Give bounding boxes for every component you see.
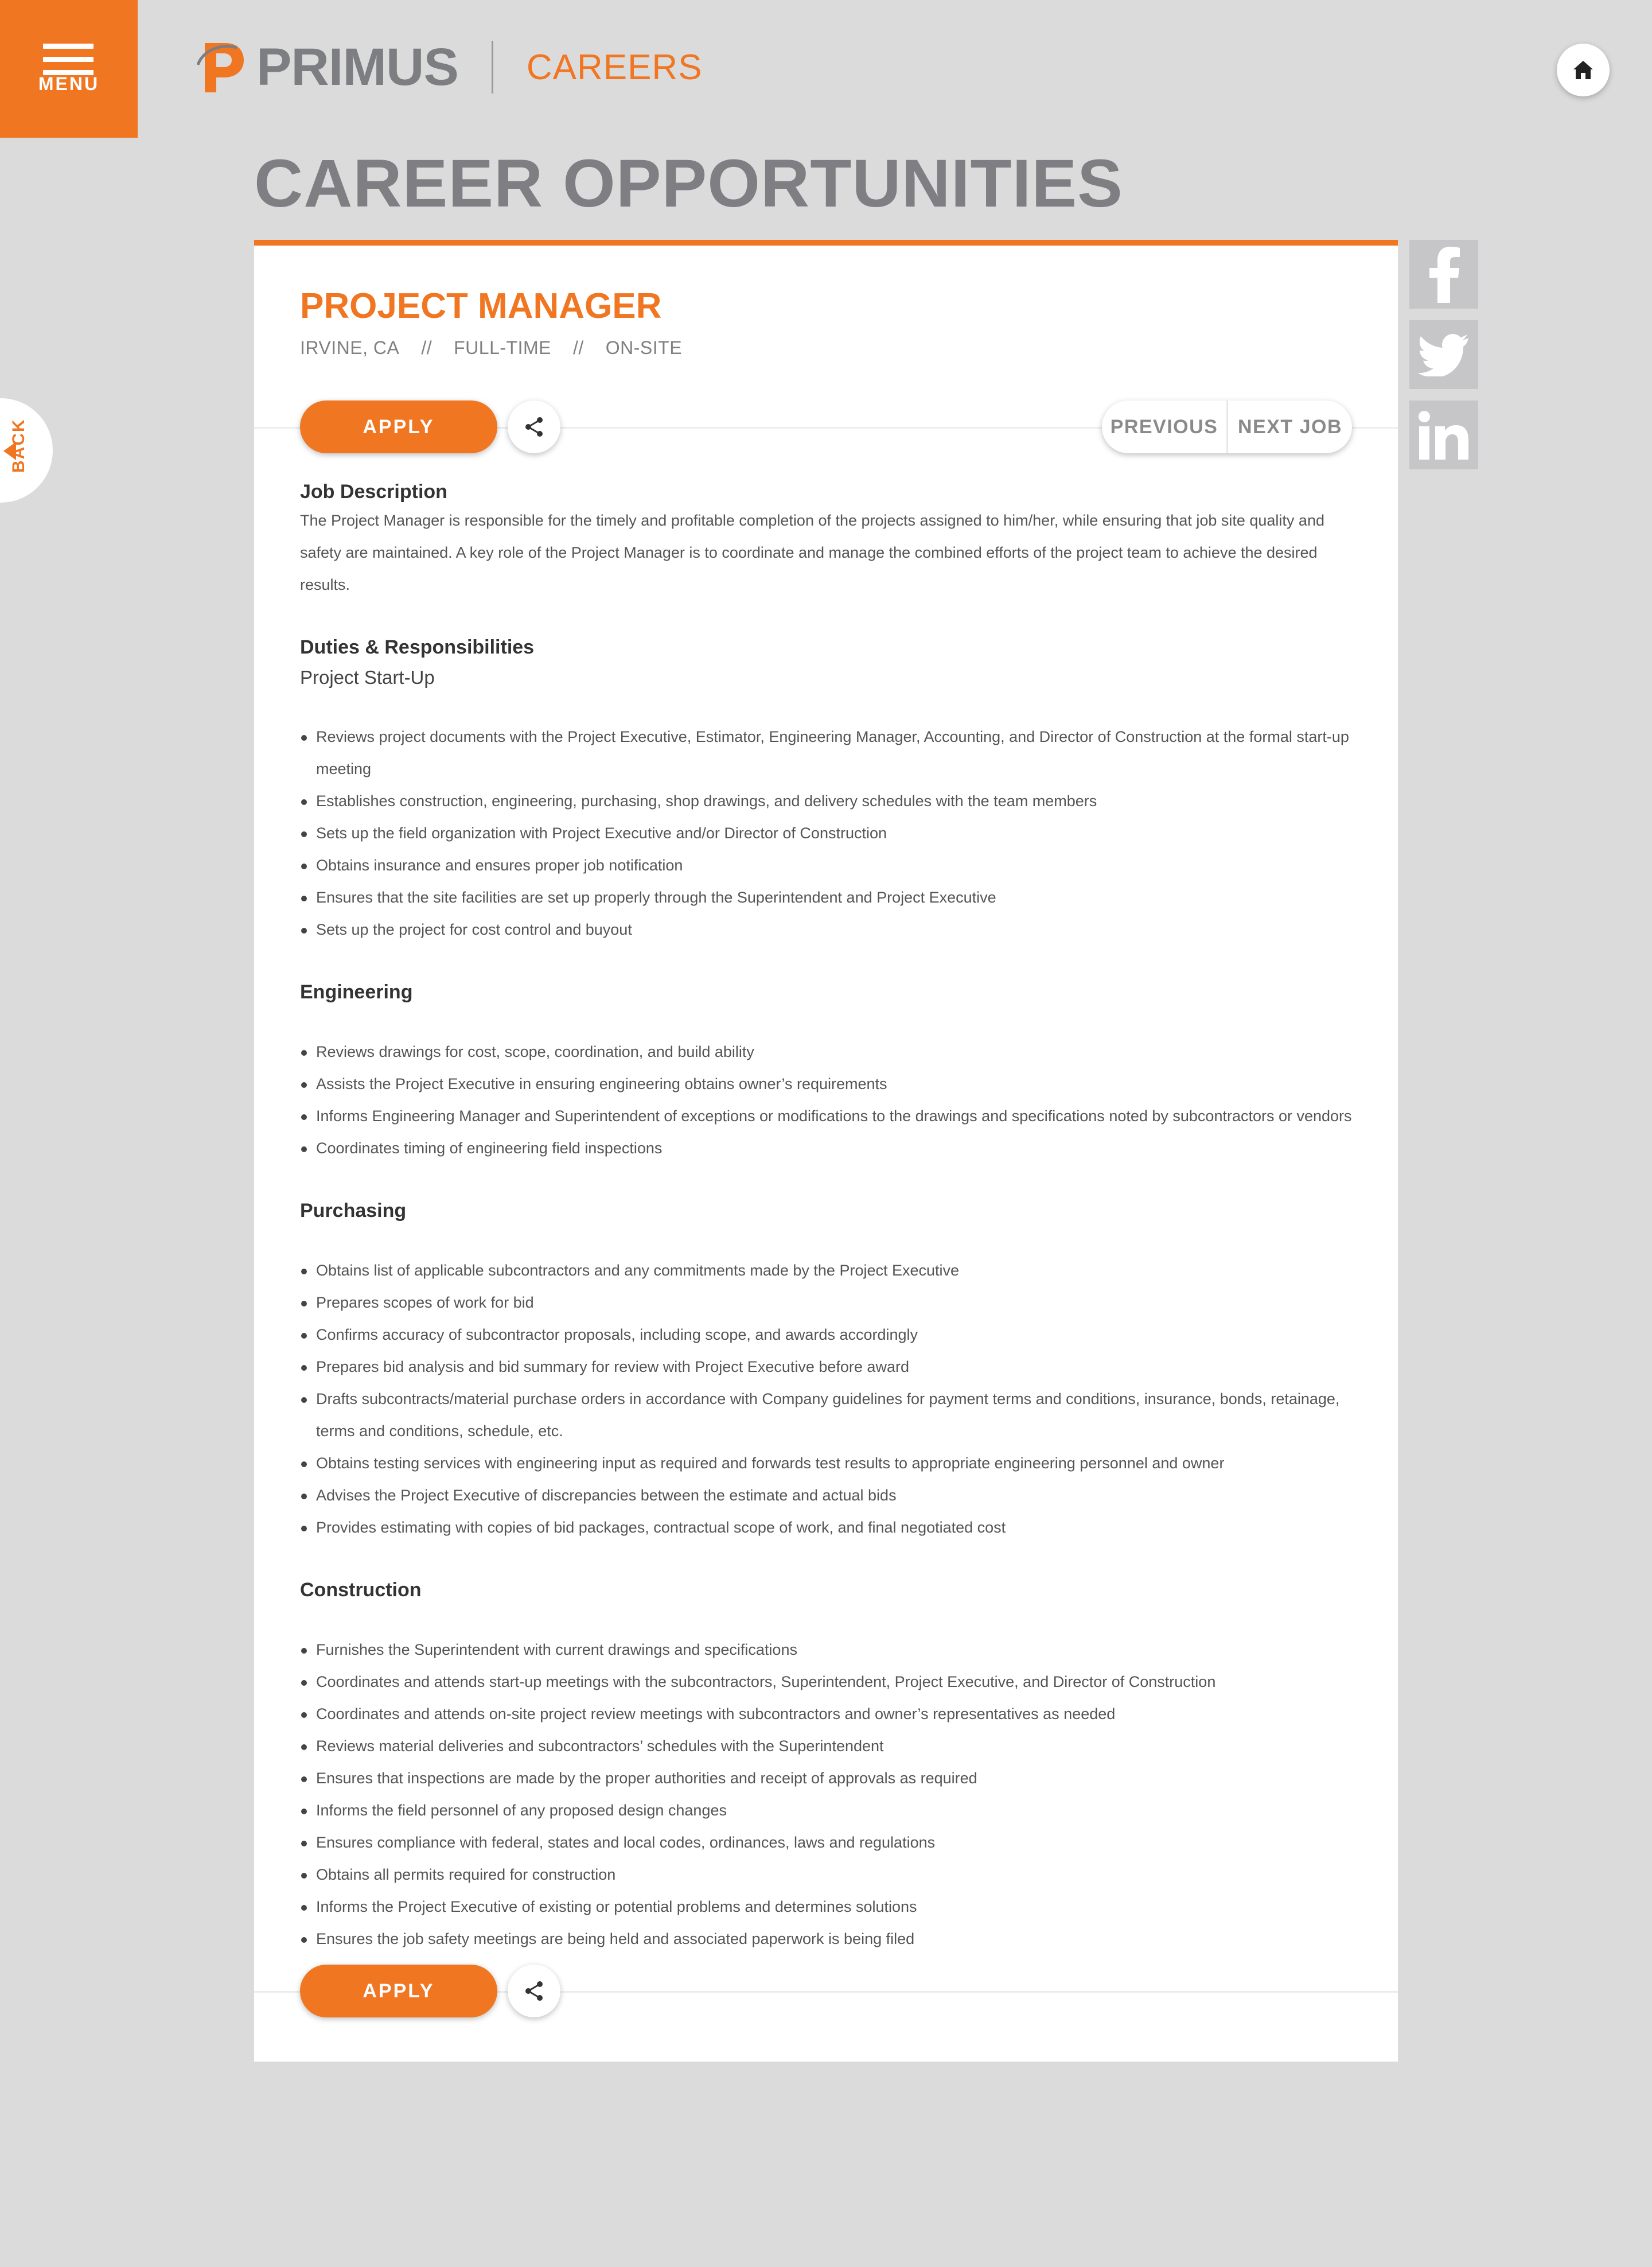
list-item: Confirms accuracy of subcontractor propo… [300, 1319, 1355, 1351]
list-item: Advises the Project Executive of discrep… [300, 1479, 1355, 1511]
list-item: Drafts subcontracts/material purchase or… [300, 1383, 1355, 1447]
job-content: Job Description The Project Manager is r… [300, 481, 1355, 1990]
description-text: The Project Manager is responsible for t… [300, 512, 1324, 593]
section-heading: Job Description [300, 481, 447, 503]
list-item: Sets up the field organization with Proj… [300, 817, 1355, 849]
list-item: Reviews drawings for cost, scope, coordi… [300, 1036, 1355, 1068]
section-heading: Engineering [300, 981, 413, 1003]
list-item: Furnishes the Superintendent with curren… [300, 1634, 1355, 1666]
meta-separator: // [572, 337, 584, 358]
share-icon [525, 417, 543, 437]
list-item: Coordinates and attends start-up meeting… [300, 1666, 1355, 1698]
list-item: Obtains insurance and ensures proper job… [300, 849, 1355, 881]
twitter-icon[interactable] [1409, 320, 1478, 389]
list-item: Provides estimating with copies of bid p… [300, 1511, 1355, 1543]
engineering-section: Engineering Reviews drawings for cost, s… [300, 981, 1355, 1164]
share-button[interactable] [508, 400, 560, 453]
back-label: BACK [9, 418, 28, 473]
section-heading: Purchasing [300, 1200, 407, 1222]
apply-button[interactable]: APPLY [300, 400, 497, 453]
home-button[interactable] [1557, 44, 1610, 96]
top-action-row: APPLY PREVIOUS NEXT JOB [254, 400, 1398, 456]
list-item: Ensures the job safety meetings are bein… [300, 1923, 1355, 1955]
construction-section: Construction Furnishes the Superintenden… [300, 1579, 1355, 1955]
meta-separator: // [421, 337, 433, 358]
section-heading: Construction [300, 1579, 422, 1601]
job-location: IRVINE, CA [300, 337, 400, 358]
job-type: FULL-TIME [454, 337, 551, 358]
description-section: Job Description The Project Manager is r… [300, 481, 1355, 601]
linkedin-icon[interactable] [1409, 400, 1478, 469]
list-item: Establishes construction, engineering, p… [300, 785, 1355, 817]
list-item: Obtains list of applicable subcontractor… [300, 1254, 1355, 1286]
facebook-icon[interactable] [1409, 240, 1478, 309]
engineering-list: Reviews drawings for cost, scope, coordi… [300, 1036, 1355, 1164]
purchasing-list: Obtains list of applicable subcontractor… [300, 1254, 1355, 1543]
list-item: Coordinates and attends on-site project … [300, 1698, 1355, 1730]
apply-button[interactable]: APPLY [300, 1965, 497, 2017]
site-logo[interactable]: PRIMUS CAREERS [197, 36, 703, 99]
section-heading: Duties & Responsibilities [300, 636, 535, 658]
header-divider [491, 41, 493, 94]
list-item: Ensures compliance with federal, states … [300, 1826, 1355, 1858]
list-item: Obtains testing services with engineerin… [300, 1447, 1355, 1479]
share-icon [525, 1981, 543, 2001]
list-item: Ensures that the site facilities are set… [300, 881, 1355, 913]
construction-list: Furnishes the Superintendent with curren… [300, 1634, 1355, 1955]
section-name: CAREERS [526, 47, 703, 87]
social-links [1409, 240, 1478, 481]
list-item: Assists the Project Executive in ensurin… [300, 1068, 1355, 1100]
subsection-heading: Project Start-Up [300, 667, 435, 688]
bottom-action-row: APPLY [254, 1965, 1398, 2020]
job-navigation: PREVIOUS NEXT JOB [1102, 400, 1352, 453]
list-item: Prepares bid analysis and bid summary fo… [300, 1351, 1355, 1383]
primus-logo-icon [197, 43, 244, 92]
next-job-button[interactable]: NEXT JOB [1228, 400, 1352, 453]
list-item: Obtains all permits required for constru… [300, 1858, 1355, 1891]
back-button[interactable]: BACK [0, 398, 53, 503]
menu-button[interactable]: MENU [0, 0, 138, 138]
list-item: Coordinates timing of engineering field … [300, 1132, 1355, 1164]
job-card: PROJECT MANAGER IRVINE, CA // FULL-TIME // O… [254, 240, 1398, 2062]
list-item: Sets up the project for cost control and… [300, 913, 1355, 946]
list-item: Informs the Project Executive of existin… [300, 1891, 1355, 1923]
list-item: Ensures that inspections are made by the… [300, 1762, 1355, 1794]
list-item: Prepares scopes of work for bid [300, 1286, 1355, 1319]
job-title: PROJECT MANAGER [300, 286, 662, 326]
job-meta: IRVINE, CA // FULL-TIME // ON-SITE [300, 337, 682, 359]
previous-job-button[interactable]: PREVIOUS [1102, 400, 1228, 453]
home-icon [1573, 61, 1593, 79]
job-site: ON-SITE [605, 337, 683, 358]
list-item: Informs the field personnel of any propo… [300, 1794, 1355, 1826]
list-item: Informs Engineering Manager and Superint… [300, 1100, 1355, 1132]
startup-section: Duties & Responsibilities Project Start-… [300, 636, 1355, 946]
share-button[interactable] [508, 1965, 560, 2017]
list-item: Reviews material deliveries and subcontr… [300, 1730, 1355, 1762]
menu-label: MENU [38, 73, 100, 94]
startup-list: Reviews project documents with the Proje… [300, 721, 1355, 946]
brand-name: PRIMUS [256, 37, 459, 96]
purchasing-section: Purchasing Obtains list of applicable su… [300, 1200, 1355, 1543]
page-title: CAREER OPPORTUNITIES [254, 146, 1123, 221]
list-item: Reviews project documents with the Proje… [300, 721, 1355, 785]
